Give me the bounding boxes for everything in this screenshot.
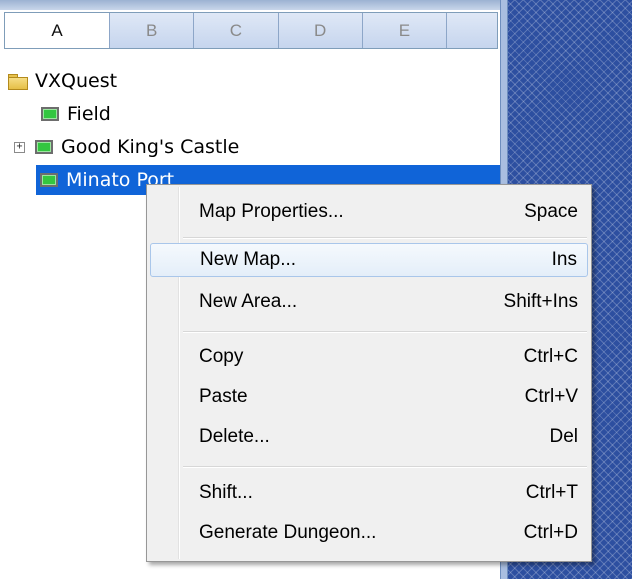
menu-item-map-properties[interactable]: Map Properties... Space [150,195,588,229]
menu-item-shortcut: Del [549,426,578,447]
menu-item-shortcut: Ctrl+T [525,482,578,503]
menu-item-label: Copy [199,346,244,367]
tab-a[interactable]: A [5,13,111,48]
tab-b[interactable]: B [110,13,195,48]
menu-item-generate-dungeon[interactable]: Generate Dungeon... Ctrl+D [150,516,588,550]
map-icon [41,107,59,121]
top-strip [0,0,500,10]
tree-item-field[interactable]: Field [41,99,111,129]
menu-item-delete[interactable]: Delete... Del [150,420,588,454]
menu-item-new-map[interactable]: New Map... Ins [150,243,588,277]
menu-separator [183,237,587,239]
tab-d[interactable]: D [278,13,363,48]
menu-item-label: New Area... [199,291,298,312]
map-icon [40,173,58,187]
menu-item-shift[interactable]: Shift... Ctrl+T [150,476,588,510]
menu-item-new-area[interactable]: New Area... Shift+Ins [150,285,588,319]
menu-item-shortcut: Ctrl+C [523,346,578,367]
menu-item-label: Shift... [199,482,253,503]
tree-root-vxquest[interactable]: VXQuest [8,66,117,96]
tab-c[interactable]: C [194,13,279,48]
menu-item-shortcut: Shift+Ins [503,291,578,312]
map-editor-window: A B C D E VXQuest Field + Good King's Ca… [0,0,632,579]
menu-item-paste[interactable]: Paste Ctrl+V [150,380,588,414]
map-icon [35,140,53,154]
menu-separator [183,466,587,468]
menu-item-shortcut: Ctrl+D [523,522,578,543]
tree-root-label: VXQuest [35,70,118,92]
menu-item-label: Generate Dungeon... [199,522,377,543]
menu-separator [183,331,587,333]
expand-plus-icon[interactable]: + [14,141,25,153]
tree-item-label: Field [67,103,111,125]
menu-item-copy[interactable]: Copy Ctrl+C [150,340,588,374]
menu-item-shortcut: Ctrl+V [524,386,578,407]
tab-e[interactable]: E [362,13,447,48]
menu-item-label: Map Properties... [199,201,344,222]
layer-tabs: A B C D E [4,12,498,49]
tree-item-label: Good King's Castle [61,136,240,158]
tree-item-good-kings-castle[interactable]: + Good King's Castle [14,132,239,162]
menu-item-label: Paste [199,386,248,407]
menu-item-label: New Map... [200,249,297,270]
menu-item-shortcut: Space [524,201,578,222]
folder-icon [8,73,28,90]
menu-item-label: Delete... [199,426,270,447]
context-menu: Map Properties... Space New Map... Ins N… [146,184,592,562]
menu-item-shortcut: Ins [551,249,577,270]
tab-strip-filler [446,13,497,48]
